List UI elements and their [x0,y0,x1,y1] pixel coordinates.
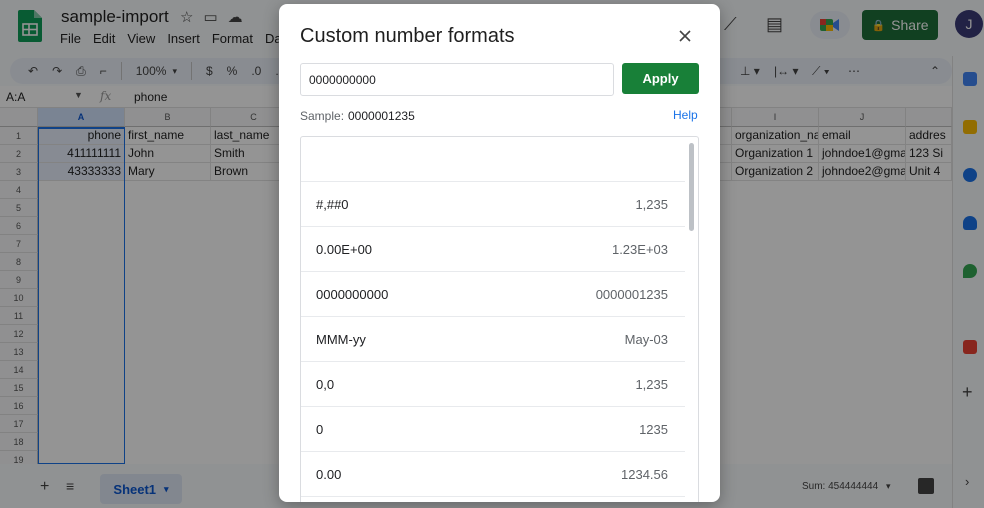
close-button[interactable] [673,24,697,48]
help-link[interactable]: Help [673,108,698,122]
sample-value: 0000001235 [348,109,415,123]
format-list-item[interactable]: 0.00 1234.56 [301,452,685,497]
format-sample: 1.23E+03 [611,242,668,257]
apply-button[interactable]: Apply [622,63,699,94]
close-icon [679,30,691,42]
format-sample: May-03 [624,332,668,347]
format-pattern: #,##0 [316,197,349,212]
format-sample: 1,235 [635,377,668,392]
format-pattern: 0.00 [316,467,342,482]
format-sample: 1234.56 [621,467,668,482]
format-sample: 0000001235 [595,287,668,302]
sample-label: Sample: [300,109,345,123]
format-sample: 1235 [639,422,668,437]
format-list-item[interactable]: 0000000000 0000001235 [301,272,685,317]
format-pattern-input[interactable] [300,63,614,96]
format-list-item[interactable]: MMM-yy May-03 [301,317,685,362]
format-pattern: 0 [316,422,324,437]
list-scrollbar[interactable] [689,143,694,231]
format-pattern: 0.00E+00 [316,242,373,257]
format-list-item[interactable]: 0 1235 [301,407,685,452]
format-pattern: MMM-yy [316,332,366,347]
format-list-item[interactable]: 0,0 1,235 [301,362,685,407]
format-sample: 1,235 [635,197,668,212]
format-list-item[interactable] [301,137,685,182]
format-pattern: 0000000000 [316,287,389,302]
format-list-item[interactable]: 0.00E+00 1.23E+03 [301,227,685,272]
format-pattern: 0,0 [316,377,335,392]
dialog-title: Custom number formats [300,25,515,47]
format-list[interactable]: #,##0 1,235 0.00E+00 1.23E+03 0000000000… [300,136,699,502]
format-list-item[interactable]: #,##0 1,235 [301,182,685,227]
custom-number-formats-dialog: Custom number formats Apply Sample: 0000… [279,4,720,502]
